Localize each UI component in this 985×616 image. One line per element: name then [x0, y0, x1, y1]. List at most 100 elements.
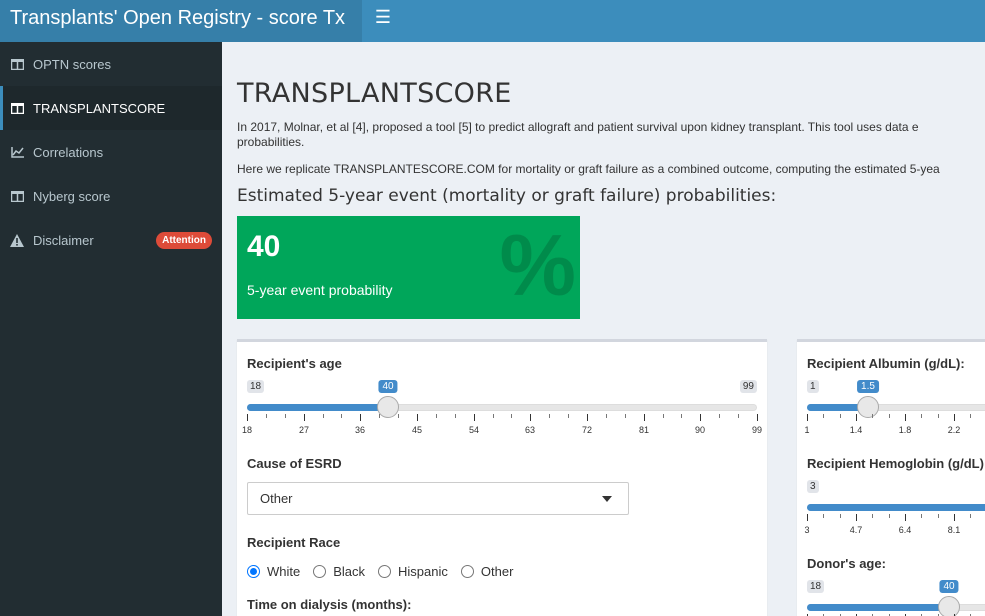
slider-tick — [856, 514, 857, 521]
sidebar-item-label: TRANSPLANTSCORE — [33, 100, 166, 116]
table-icon — [10, 57, 24, 71]
slider-fill — [247, 404, 388, 411]
slider-tick — [304, 414, 305, 421]
slider-tick — [970, 514, 971, 518]
main-content: TRANSPLANTSCORE In 2017, Molnar, et al [… — [222, 42, 985, 616]
slider-tick — [823, 514, 824, 518]
tick-label: 18 — [241, 425, 253, 435]
sidebar-item-disclaimer[interactable]: Disclaimer Attention — [0, 218, 222, 262]
race-option-hispanic[interactable]: Hispanic — [378, 564, 448, 579]
slider-tick — [938, 514, 939, 518]
recipient-inputs-panel: Recipient's age 18 99 40 18 27 36 45 54 63 72 8… — [237, 339, 767, 616]
slider-tick — [738, 414, 739, 418]
radio-button[interactable] — [378, 565, 392, 578]
tick-label: 72 — [581, 425, 593, 435]
slider-tick — [379, 414, 380, 418]
slider-tick — [663, 414, 664, 418]
slider-tick — [530, 414, 531, 421]
slider-tick — [840, 514, 841, 518]
slider-handle[interactable] — [938, 596, 960, 616]
slider-tick — [872, 414, 873, 418]
hemoglobin-slider[interactable]: 3 3 4.7 6.4 8.1 — [804, 480, 985, 540]
race-option-black[interactable]: Black — [313, 564, 365, 579]
slider-tick — [921, 514, 922, 518]
slider-tick — [625, 414, 626, 418]
tick-label: 8.1 — [947, 525, 961, 535]
slider-min-label: 18 — [807, 580, 825, 593]
tick-label: 63 — [524, 425, 536, 435]
race-option-white[interactable]: White — [247, 564, 300, 579]
slider-tick — [905, 514, 906, 521]
tick-label: 1.4 — [849, 425, 863, 435]
tick-label: 1.8 — [898, 425, 912, 435]
tick-label: 3 — [804, 525, 810, 535]
tick-label: 45 — [411, 425, 423, 435]
line-chart-icon — [10, 145, 24, 159]
slider-tick — [954, 414, 955, 421]
donor-age-label: Donor's age: — [807, 556, 886, 571]
sidebar-item-label: OPTN scores — [33, 56, 112, 72]
slider-ticks — [247, 414, 758, 422]
sidebar-item-optn-scores[interactable]: OPTN scores — [0, 42, 222, 86]
slider-tick — [681, 414, 682, 418]
slider-value-label: 40 — [378, 380, 398, 393]
slider-value-label: 1.5 — [857, 380, 879, 393]
sidebar-item-label: Disclaimer — [33, 232, 94, 248]
tick-label: 4.7 — [849, 525, 863, 535]
slider-tick — [700, 414, 701, 421]
recipient-age-slider[interactable]: 18 99 40 18 27 36 45 54 63 72 81 90 99 — [242, 380, 762, 440]
sidebar-item-correlations[interactable]: Correlations — [0, 130, 222, 174]
slider-tick — [954, 514, 955, 521]
labs-inputs-panel: Recipient Albumin (g/dL): 1 1.5 1 1.4 1.… — [797, 339, 985, 616]
slider-tick — [938, 414, 939, 418]
tick-label: 90 — [694, 425, 706, 435]
slider-tick — [889, 514, 890, 518]
caret-down-icon — [602, 496, 612, 502]
radio-button[interactable] — [313, 565, 327, 578]
probability-caption: 5-year event probability — [247, 282, 393, 298]
slider-tick — [323, 414, 324, 418]
esrd-cause-select[interactable]: Other — [247, 482, 629, 515]
radio-button[interactable] — [460, 565, 474, 578]
slider-min-label: 18 — [247, 380, 265, 393]
sidebar-toggle-button[interactable]: ☰ — [362, 0, 404, 42]
slider-tick — [417, 414, 418, 421]
slider-ticks — [807, 414, 985, 422]
slider-tick — [970, 414, 971, 418]
slider-tick — [247, 414, 248, 421]
slider-ticks — [807, 514, 985, 522]
slider-tick — [360, 414, 361, 421]
slider-min-label: 3 — [807, 480, 819, 493]
slider-tick — [266, 414, 267, 418]
sidebar-item-label: Correlations — [33, 144, 104, 160]
tick-label: 99 — [751, 425, 763, 435]
slider-tick — [474, 414, 475, 421]
dialysis-time-label: Time on dialysis (months): — [247, 597, 412, 612]
race-option-other[interactable]: Other — [460, 564, 513, 579]
slider-tick — [719, 414, 720, 418]
tick-label: 2.2 — [947, 425, 961, 435]
tick-label: 54 — [468, 425, 480, 435]
app-title[interactable]: Transplants' Open Registry - score Tx — [0, 0, 362, 42]
tick-label: 81 — [638, 425, 650, 435]
hemoglobin-label: Recipient Hemoglobin (g/dL) — [807, 456, 984, 471]
slider-tick — [285, 414, 286, 418]
slider-tick — [872, 514, 873, 518]
sidebar-item-label: Nyberg score — [33, 188, 111, 204]
slider-tick — [398, 414, 399, 418]
donor-age-slider[interactable]: 18 40 — [807, 580, 985, 616]
probability-value-box: 40 5-year event probability % — [237, 216, 580, 319]
recipient-race-label: Recipient Race — [247, 535, 341, 550]
slider-tick — [436, 414, 437, 418]
slider-tick — [807, 514, 808, 521]
albumin-slider[interactable]: 1 1.5 1 1.4 1.8 2.2 — [804, 380, 985, 440]
sidebar-item-transplantscore[interactable]: TRANSPLANTSCORE — [0, 86, 222, 130]
tick-label: 6.4 — [898, 525, 912, 535]
slider-tick — [341, 414, 342, 418]
sidebar: OPTN scores TRANSPLANTSCORE Correlations… — [0, 42, 222, 616]
sidebar-item-nyberg-score[interactable]: Nyberg score — [0, 174, 222, 218]
slider-tick — [889, 414, 890, 418]
radio-button[interactable] — [247, 565, 260, 578]
tick-label: 1 — [804, 425, 810, 435]
slider-min-label: 1 — [807, 380, 819, 393]
